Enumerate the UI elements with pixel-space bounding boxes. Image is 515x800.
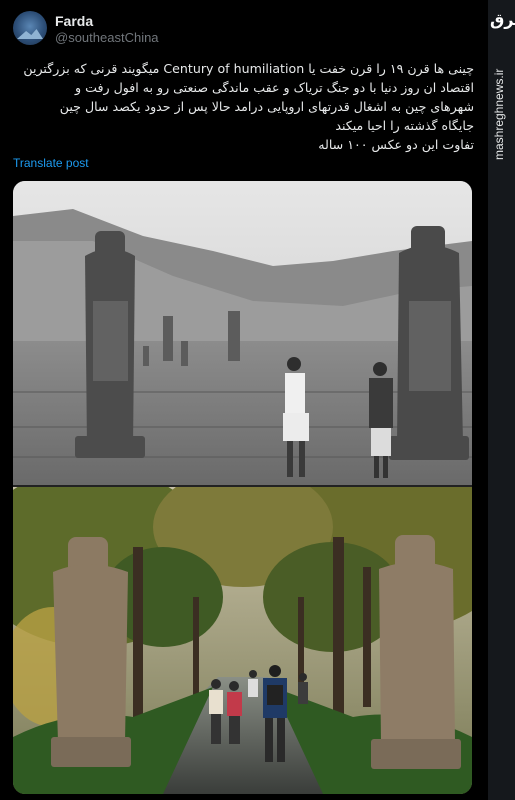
tweet-line: اقتصاد ان روز دنیا با دو جنگ تریاک و عقب… — [75, 80, 474, 95]
tweet-line: چینی ها قرن ۱۹ را قرن خفت یا Century of … — [23, 61, 474, 76]
display-name[interactable]: Farda — [55, 13, 93, 29]
watermark-strip: مشرق mashreghnews.ir — [488, 0, 515, 800]
avatar[interactable] — [13, 11, 47, 45]
mashregh-logo: مشرق — [490, 10, 515, 29]
tweet-card: Farda @southeastChina چینی ها قرن ۱۹ را … — [0, 0, 488, 800]
tweet-line: جایگاه گذشته را احیا میکند — [335, 118, 474, 133]
tweet-line: شهرهای چین به اشغال قدرتهای اروپایی درام… — [59, 99, 474, 114]
translate-post-link[interactable]: Translate post — [13, 156, 89, 170]
historic-photo[interactable] — [13, 181, 472, 485]
tweet-line: تفاوت این دو عکس ۱۰۰ ساله — [318, 137, 474, 152]
tweet-text: چینی ها قرن ۱۹ را قرن خفت یا Century of … — [4, 59, 474, 154]
watermark-url: mashreghnews.ir — [492, 68, 506, 160]
user-handle[interactable]: @southeastChina — [55, 30, 159, 45]
media-grid[interactable] — [13, 181, 472, 794]
modern-photo[interactable] — [13, 487, 472, 794]
